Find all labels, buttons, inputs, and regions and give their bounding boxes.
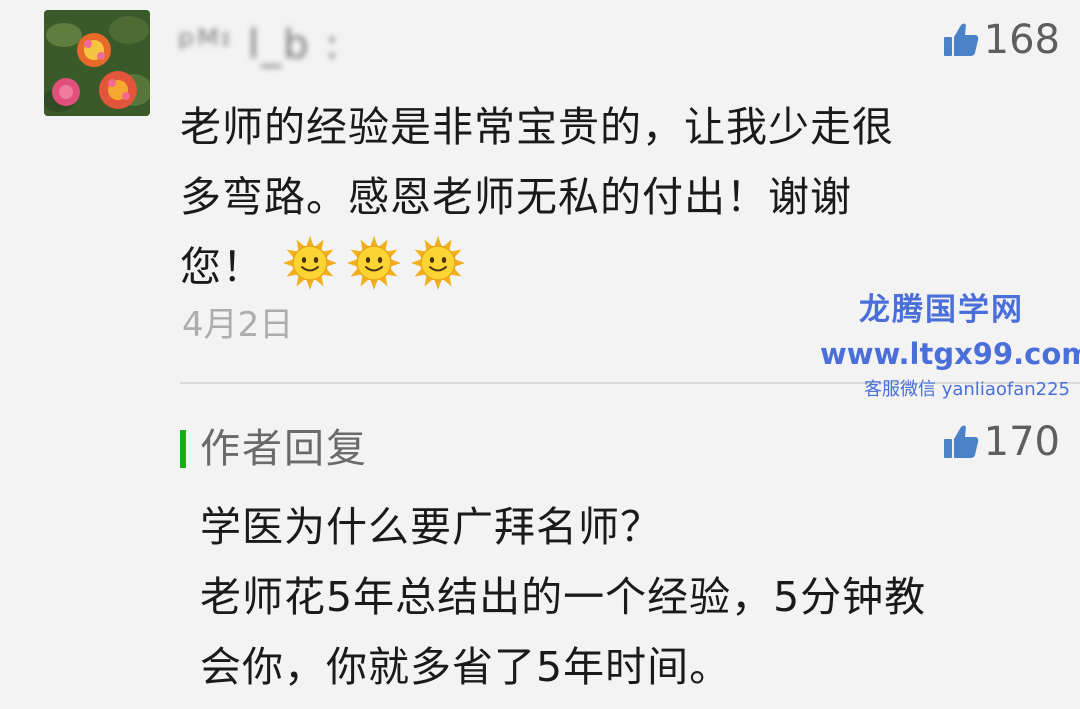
reply-like-button[interactable]: 170 <box>942 420 1060 464</box>
comment-body: 老师的经验是非常宝贵的，让我少走很 多弯路。感恩老师无私的付出！谢谢 您！ <box>180 92 1010 312</box>
comment-username[interactable]: ᵖᴹᶦ l_b : <box>178 22 408 68</box>
thumbs-up-icon <box>943 23 978 56</box>
reply-line: 老师花5年总结出的一个经验，5分钟教 <box>200 573 927 621</box>
watermark-title: 龙腾国学网 <box>859 292 1024 328</box>
watermark: 龙腾国学网 www.ltgx99.com 客服微信 yanliaofan225 <box>820 288 1080 404</box>
flower-avatar-image <box>44 10 150 116</box>
thumbs-up-icon <box>943 425 978 458</box>
reply-title: 作者回复 <box>200 426 368 472</box>
emoji-group <box>282 235 474 312</box>
reply-line: 会你，你就多省了5年时间。 <box>200 643 732 691</box>
comment-line: 老师的经验是非常宝贵的，让我少走很 <box>180 103 894 151</box>
reply-like-count: 170 <box>983 419 1060 465</box>
reply-accent-bar <box>180 430 186 468</box>
comment-like-count: 168 <box>983 17 1060 63</box>
comment-line: 您！ <box>180 243 264 291</box>
watermark-contact: 客服微信 yanliaofan225 <box>864 379 1070 400</box>
sun-face-icon <box>347 236 401 290</box>
watermark-url: www.ltgx99.com <box>820 337 1080 371</box>
comment-line: 多弯路。感恩老师无私的付出！谢谢 <box>180 173 852 221</box>
sun-face-icon <box>283 236 337 290</box>
comment-date: 4月2日 <box>182 305 294 345</box>
comment-like-button[interactable]: 168 <box>942 18 1060 62</box>
reply-body: 学医为什么要广拜名师？ 老师花5年总结出的一个经验，5分钟教 会你，你就多省了5… <box>200 492 1060 702</box>
avatar[interactable] <box>44 10 150 116</box>
comment-panel: ᵖᴹᶦ l_b : 168 老师的经验是非常宝贵的，让我少走很 多弯路。感恩老师… <box>0 0 1080 709</box>
sun-face-icon <box>411 236 465 290</box>
reply-line: 学医为什么要广拜名师？ <box>200 503 662 551</box>
